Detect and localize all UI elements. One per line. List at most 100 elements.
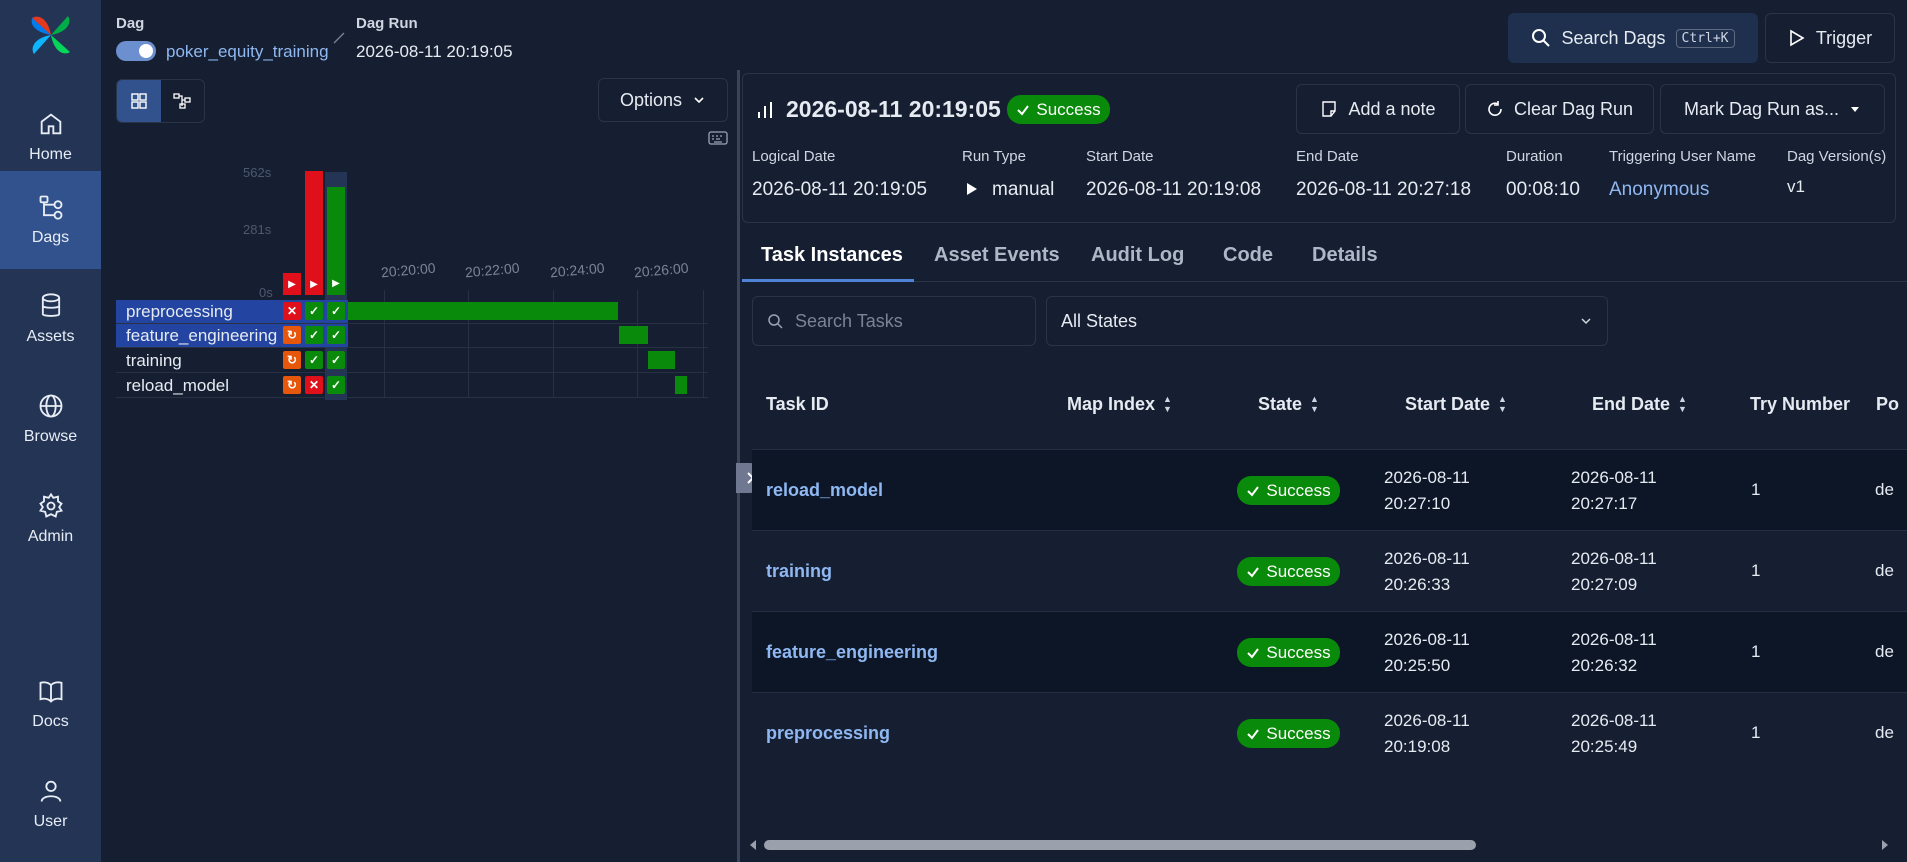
table-row: feature_engineering Success 2026-08-11 20:2…	[752, 611, 1907, 692]
tab-details[interactable]: Details	[1312, 244, 1378, 267]
grid-icon	[131, 93, 147, 109]
breadcrumb-dag-run-value: 2026-08-11 20:19:05	[356, 42, 513, 61]
nav-user[interactable]: User	[0, 763, 101, 845]
tab-audit-log[interactable]: Audit Log	[1091, 244, 1184, 267]
task-instance-cell[interactable]: ✓	[327, 302, 345, 320]
dag-pause-toggle[interactable]	[116, 41, 156, 61]
task-instance-cell[interactable]: ↻	[283, 326, 301, 344]
state-label: Success	[1266, 723, 1331, 743]
nav-browse[interactable]: Browse	[0, 378, 101, 460]
end-date-day: 2026-08-11	[1571, 468, 1657, 487]
column-end-date[interactable]: End Date ▲ ▼	[1592, 394, 1687, 415]
column-map-index[interactable]: Map Index ▲ ▼	[1067, 394, 1172, 415]
view-mode-toggle	[116, 79, 205, 123]
mark-dag-run-button[interactable]: Mark Dag Run as...	[1660, 84, 1885, 134]
task-search-input[interactable]: Search Tasks	[752, 296, 1036, 346]
task-id-link[interactable]: training	[766, 561, 832, 582]
state-filter-select[interactable]: All States	[1046, 296, 1608, 346]
run-type-value: manual	[992, 179, 1055, 200]
gantt-bar[interactable]	[348, 302, 618, 320]
task-id-link[interactable]: preprocessing	[766, 723, 890, 744]
nav-admin[interactable]: Admin	[0, 478, 101, 560]
breadcrumb-dag-link[interactable]: poker_equity_training	[166, 42, 329, 62]
gantt-bar[interactable]	[647, 351, 675, 369]
nav-home[interactable]: Home	[0, 96, 101, 178]
dag-run-duration-bar[interactable]: ▶	[327, 187, 345, 295]
check-icon	[1247, 485, 1260, 497]
task-instance-cell[interactable]: ↻	[283, 351, 301, 369]
nav-docs[interactable]: Docs	[0, 663, 101, 745]
caret-down-icon	[1851, 107, 1860, 112]
tab-code[interactable]: Code	[1223, 244, 1273, 267]
state-label: Success	[1266, 642, 1331, 662]
options-button[interactable]: Options	[598, 78, 728, 122]
gantt-bar[interactable]	[618, 326, 648, 344]
search-dags-button[interactable]: Search Dags Ctrl+K	[1508, 13, 1758, 63]
task-instance-cell[interactable]: ✕	[305, 376, 323, 394]
airflow-app: Home Dags Assets Browse Admin Docs User …	[0, 0, 1907, 862]
sort-icon: ▲ ▼	[1163, 394, 1172, 414]
breadcrumb-dag-run-label: Dag Run	[356, 15, 418, 32]
column-state[interactable]: State ▲ ▼	[1258, 394, 1319, 415]
clear-dag-run-label: Clear Dag Run	[1513, 98, 1634, 119]
column-pool[interactable]: Po	[1876, 394, 1899, 415]
try-number-cell: 1	[1751, 561, 1761, 580]
gantt-bar[interactable]	[674, 376, 688, 394]
nav-docs-label: Docs	[32, 713, 69, 730]
graph-view-button[interactable]	[161, 80, 205, 122]
scrollbar-thumb[interactable]	[764, 840, 1476, 850]
task-instance-cell[interactable]: ✓	[305, 302, 323, 320]
tab-asset-events[interactable]: Asset Events	[934, 244, 1060, 267]
run-type-manual-icon: ▶	[288, 278, 296, 290]
clear-dag-run-button[interactable]: Clear Dag Run	[1465, 84, 1654, 134]
airflow-logo-icon[interactable]	[28, 12, 74, 58]
scroll-right-icon[interactable]	[1880, 839, 1890, 851]
row-divider	[116, 397, 708, 398]
add-note-button[interactable]: Add a note	[1296, 84, 1460, 134]
start-date-time: 20:19:08	[1384, 737, 1451, 756]
task-id-link[interactable]: feature_engineering	[766, 642, 938, 663]
task-id-link[interactable]: reload_model	[766, 480, 883, 501]
gear-icon	[38, 492, 63, 518]
nav-assets[interactable]: Assets	[0, 278, 101, 360]
state-badge: Success	[1237, 719, 1340, 748]
table-row: training Success 2026-08-11 20:26:33 2026-08…	[752, 530, 1907, 611]
task-instance-cell[interactable]: ✓	[305, 351, 323, 369]
duration-tick-zero: 0s	[259, 285, 273, 300]
dags-icon	[39, 195, 62, 220]
add-note-label: Add a note	[1348, 98, 1436, 119]
scroll-left-icon[interactable]	[748, 839, 758, 851]
task-instance-cell[interactable]: ✓	[327, 376, 345, 394]
end-date-value: 2026-08-11 20:27:18	[1296, 179, 1472, 200]
end-date-day: 2026-08-11	[1571, 549, 1657, 568]
search-dags-label: Search Dags	[1561, 27, 1666, 48]
end-date-cell: 2026-08-11 20:26:32	[1571, 627, 1657, 679]
nav-browse-label: Browse	[23, 428, 78, 445]
dag-run-duration-bar[interactable]: ▶	[283, 273, 301, 295]
column-end-date-label: End Date	[1592, 394, 1671, 414]
end-date-cell: 2026-08-11 20:27:17	[1571, 465, 1657, 517]
database-icon	[41, 293, 60, 317]
try-number-cell: 1	[1751, 723, 1761, 742]
column-try-number[interactable]: Try Number	[1750, 394, 1850, 415]
end-date-label: End Date	[1296, 148, 1359, 165]
trigger-button[interactable]: Trigger	[1765, 13, 1895, 63]
user-icon	[40, 780, 61, 802]
task-instance-cell[interactable]: ✓	[327, 351, 345, 369]
column-start-date[interactable]: Start Date ▲ ▼	[1405, 394, 1507, 415]
task-instance-cell[interactable]: ↻	[283, 376, 301, 394]
column-task-id-label: Task ID	[766, 394, 829, 414]
keyboard-shortcuts-icon[interactable]	[708, 130, 728, 146]
dag-run-duration-bar[interactable]: ▶	[305, 171, 323, 295]
task-instance-cell[interactable]: ✕	[283, 302, 301, 320]
triggering-user-link[interactable]: Anonymous	[1609, 179, 1709, 201]
task-instance-cell[interactable]: ✓	[305, 326, 323, 344]
nav-dags[interactable]: Dags	[0, 171, 101, 269]
pool-cell: de	[1875, 561, 1894, 580]
duration-tick-max: 562s	[243, 165, 272, 180]
breadcrumb-separator-icon	[333, 32, 345, 44]
task-instance-cell[interactable]: ✓	[327, 326, 345, 344]
grid-view-button[interactable]	[117, 80, 161, 122]
tab-task-instances[interactable]: Task Instances	[761, 244, 903, 267]
column-task-id[interactable]: Task ID	[766, 394, 829, 415]
